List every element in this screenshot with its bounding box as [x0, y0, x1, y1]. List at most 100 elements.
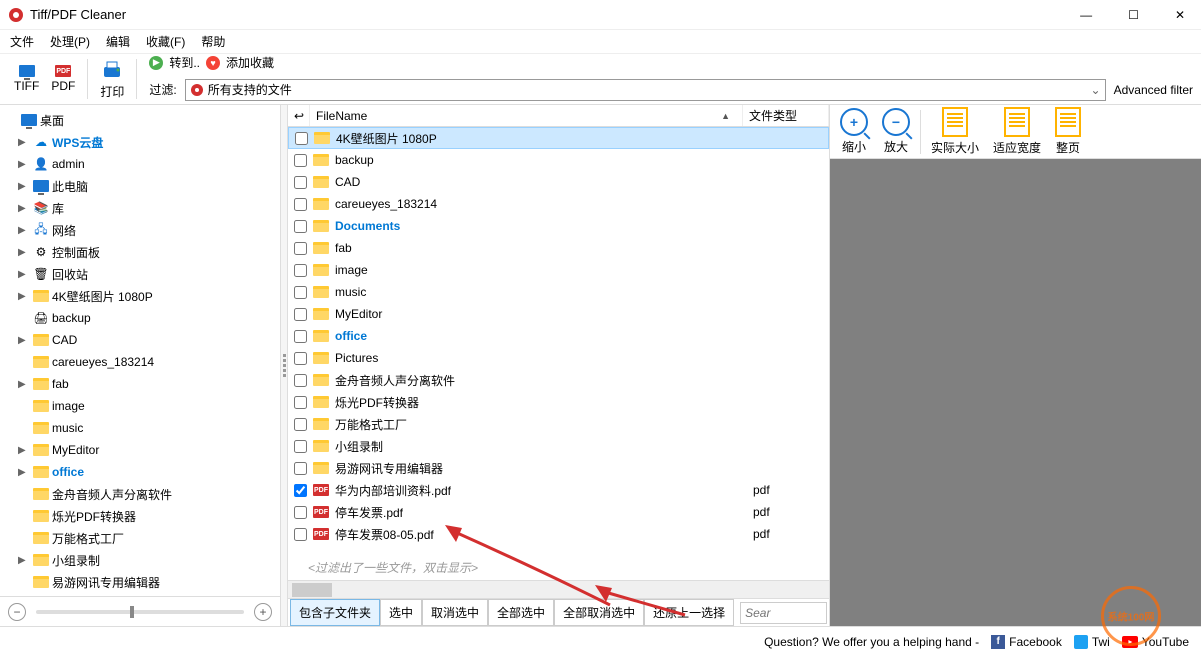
- file-row[interactable]: 烁光PDF转换器: [288, 391, 829, 413]
- tree-item[interactable]: music: [2, 417, 278, 439]
- file-row[interactable]: 万能格式工厂: [288, 413, 829, 435]
- tree-item[interactable]: 金舟音频人声分离软件: [2, 483, 278, 505]
- uncheck-all-button[interactable]: 全部取消选中: [554, 599, 644, 626]
- tree-item[interactable]: ▶🖧网络: [2, 219, 278, 241]
- include-subfolders-button[interactable]: 包含子文件夹: [290, 599, 380, 626]
- expand-icon[interactable]: ▶: [18, 379, 30, 390]
- fit-width-button[interactable]: 适应宽度: [987, 105, 1047, 158]
- file-row[interactable]: careueyes_183214: [288, 193, 829, 215]
- file-checkbox[interactable]: [294, 374, 307, 387]
- zoom-in-button[interactable]: 放大: [876, 106, 916, 157]
- tree-item[interactable]: ▶4K壁纸图片 1080P: [2, 285, 278, 307]
- file-row[interactable]: 金舟音频人声分离软件: [288, 369, 829, 391]
- whole-page-button[interactable]: 整页: [1049, 105, 1087, 158]
- splitter[interactable]: [281, 105, 288, 626]
- menu-file[interactable]: 文件: [10, 33, 34, 50]
- facebook-link[interactable]: fFacebook: [991, 635, 1062, 649]
- file-row[interactable]: 小组录制: [288, 435, 829, 457]
- tree-item[interactable]: 万能格式工厂: [2, 527, 278, 549]
- expand-icon[interactable]: ▶: [18, 181, 30, 192]
- col-filename[interactable]: FileName ▲: [310, 105, 743, 126]
- file-checkbox[interactable]: [294, 506, 307, 519]
- search-input[interactable]: [740, 602, 827, 624]
- zoom-in-tree-button[interactable]: +: [254, 603, 272, 621]
- file-checkbox[interactable]: [294, 308, 307, 321]
- zoom-out-button[interactable]: 缩小: [834, 106, 874, 157]
- tree-item[interactable]: ▶CAD: [2, 329, 278, 351]
- menu-favorites[interactable]: 收藏(F): [146, 33, 185, 50]
- zoom-slider[interactable]: [36, 610, 244, 614]
- tree-item[interactable]: 易游网讯专用编辑器: [2, 571, 278, 593]
- youtube-link[interactable]: YouTube: [1122, 635, 1189, 649]
- expand-icon[interactable]: ▶: [18, 247, 30, 258]
- tree-item[interactable]: ▶⚙控制面板: [2, 241, 278, 263]
- tree-item[interactable]: ▶☁WPS云盘: [2, 131, 278, 153]
- expand-icon[interactable]: ▶: [18, 203, 30, 214]
- expand-icon[interactable]: ▶: [18, 159, 30, 170]
- file-row[interactable]: fab: [288, 237, 829, 259]
- twitter-link[interactable]: Twi: [1074, 635, 1110, 649]
- file-list[interactable]: 4K壁纸图片 1080PbackupCADcareueyes_183214Doc…: [288, 127, 829, 555]
- file-row[interactable]: backup: [288, 149, 829, 171]
- tree-item[interactable]: 🖨backup: [2, 307, 278, 329]
- file-checkbox[interactable]: [294, 352, 307, 365]
- tree-item[interactable]: ▶此电脑: [2, 175, 278, 197]
- horizontal-scrollbar[interactable]: [288, 580, 829, 598]
- close-button[interactable]: ✕: [1167, 4, 1193, 26]
- filter-dropdown[interactable]: 所有支持的文件 ⌄: [185, 79, 1106, 101]
- add-favorite-button[interactable]: 添加收藏: [226, 54, 274, 71]
- file-checkbox[interactable]: [294, 462, 307, 475]
- file-row[interactable]: Pictures: [288, 347, 829, 369]
- expand-icon[interactable]: ▶: [18, 555, 30, 566]
- folder-tree[interactable]: 桌面▶☁WPS云盘▶👤admin▶此电脑▶📚库▶🖧网络▶⚙控制面板▶🗑回收站▶4…: [0, 105, 280, 596]
- convert-button[interactable]: 转到..: [169, 54, 200, 71]
- tree-item[interactable]: ▶小组录制: [2, 549, 278, 571]
- file-row[interactable]: image: [288, 259, 829, 281]
- expand-icon[interactable]: ▶: [18, 335, 30, 346]
- file-checkbox[interactable]: [294, 286, 307, 299]
- tree-item[interactable]: image: [2, 395, 278, 417]
- file-checkbox[interactable]: [294, 264, 307, 277]
- menu-edit[interactable]: 编辑: [106, 33, 130, 50]
- uncheck-button[interactable]: 取消选中: [422, 599, 488, 626]
- file-row[interactable]: PDF停车发票08-05.pdfpdf: [288, 523, 829, 545]
- tiff-button[interactable]: TIFF: [8, 63, 45, 95]
- file-row[interactable]: CAD: [288, 171, 829, 193]
- minimize-button[interactable]: —: [1072, 4, 1100, 26]
- file-checkbox[interactable]: [294, 528, 307, 541]
- tree-item[interactable]: ▶👤admin: [2, 153, 278, 175]
- menu-process[interactable]: 处理(P): [50, 33, 90, 50]
- file-checkbox[interactable]: [294, 440, 307, 453]
- file-row[interactable]: office: [288, 325, 829, 347]
- advanced-filter-link[interactable]: Advanced filter: [1114, 83, 1193, 97]
- file-row[interactable]: PDF停车发票.pdfpdf: [288, 501, 829, 523]
- file-checkbox[interactable]: [295, 132, 308, 145]
- file-checkbox[interactable]: [294, 242, 307, 255]
- col-type[interactable]: 文件类型: [743, 105, 829, 126]
- check-button[interactable]: 选中: [380, 599, 422, 626]
- expand-icon[interactable]: ▶: [18, 137, 30, 148]
- file-checkbox[interactable]: [294, 330, 307, 343]
- expand-icon[interactable]: ▶: [18, 225, 30, 236]
- file-row[interactable]: PDF华为内部培训资料.pdfpdf: [288, 479, 829, 501]
- check-all-button[interactable]: 全部选中: [488, 599, 554, 626]
- tree-item[interactable]: ▶MyEditor: [2, 439, 278, 461]
- tree-item[interactable]: ▶📚库: [2, 197, 278, 219]
- expand-icon[interactable]: ▶: [18, 291, 30, 302]
- file-checkbox[interactable]: [294, 198, 307, 211]
- file-checkbox[interactable]: [294, 396, 307, 409]
- tree-item[interactable]: ▶office: [2, 461, 278, 483]
- file-checkbox[interactable]: [294, 418, 307, 431]
- maximize-button[interactable]: ☐: [1120, 4, 1147, 26]
- filter-message[interactable]: <过滤出了一些文件，双击显示>: [288, 555, 829, 580]
- file-checkbox[interactable]: [294, 484, 307, 497]
- col-back[interactable]: ↩: [288, 105, 310, 126]
- menu-help[interactable]: 帮助: [201, 33, 225, 50]
- tree-item[interactable]: careueyes_183214: [2, 351, 278, 373]
- file-row[interactable]: 4K壁纸图片 1080P: [288, 127, 829, 149]
- tree-item[interactable]: ▶🗑回收站: [2, 263, 278, 285]
- file-checkbox[interactable]: [294, 176, 307, 189]
- tree-item[interactable]: ▶fab: [2, 373, 278, 395]
- undo-selection-button[interactable]: 还原上一选择: [644, 599, 734, 626]
- file-row[interactable]: 易游网讯专用编辑器: [288, 457, 829, 479]
